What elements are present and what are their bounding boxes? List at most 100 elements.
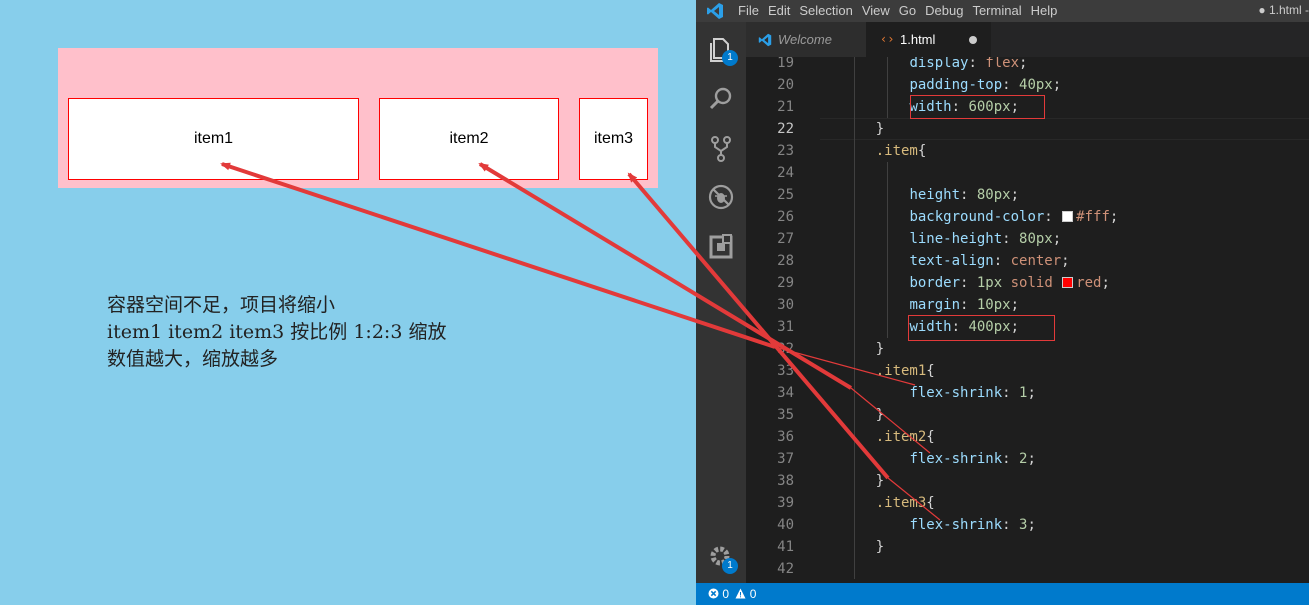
code-text: height: 80px;: [842, 184, 1019, 206]
menu-edit[interactable]: Edit: [768, 3, 790, 18]
code-line[interactable]: 37 flex-shrink: 2;: [746, 448, 1309, 470]
code-token: flex-shrink: [909, 385, 1003, 401]
code-token: ;: [1019, 57, 1028, 71]
code-token: .item: [875, 143, 918, 159]
html-code-icon: ‹›: [880, 32, 895, 46]
menu-file[interactable]: File: [738, 3, 759, 18]
menu-items: File Edit Selection View Go Debug Termin…: [738, 3, 1066, 18]
menu-selection[interactable]: Selection: [799, 3, 852, 18]
debug-icon: [708, 184, 734, 210]
code-line[interactable]: 36 .item2{: [746, 426, 1309, 448]
menu-go[interactable]: Go: [899, 3, 916, 18]
line-number: 31: [777, 319, 794, 335]
line-number: 27: [777, 231, 794, 247]
vscode-window: File Edit Selection View Go Debug Termin…: [696, 0, 1309, 605]
manage-button[interactable]: 1: [706, 542, 738, 574]
code-line[interactable]: 25 height: 80px;: [746, 184, 1309, 206]
code-line[interactable]: 29 border: 1px solid red;: [746, 272, 1309, 294]
line-number: 38: [777, 473, 794, 489]
code-token: ;: [1101, 275, 1110, 291]
code-token: ;: [1027, 385, 1036, 401]
code-token: {: [926, 495, 935, 511]
code-token: {: [926, 429, 935, 445]
menu-debug[interactable]: Debug: [925, 3, 963, 18]
code-token: 40px: [1019, 77, 1053, 93]
menu-help[interactable]: Help: [1031, 3, 1058, 18]
code-line[interactable]: 26 background-color: #fff;: [746, 206, 1309, 228]
code-token: }: [842, 121, 885, 137]
code-line[interactable]: 35 }: [746, 404, 1309, 426]
error-icon: [708, 588, 719, 599]
highlight-box-width-600: [910, 95, 1045, 119]
code-text: text-align: center;: [842, 250, 1069, 272]
color-swatch[interactable]: [1062, 277, 1074, 288]
code-token: display: [909, 57, 969, 71]
code-token: ;: [1109, 209, 1119, 225]
code-line[interactable]: 28 text-align: center;: [746, 250, 1309, 272]
extensions-icon: [709, 234, 733, 259]
line-number: 35: [777, 407, 794, 423]
code-text: background-color: #fff;: [842, 206, 1118, 228]
debug-button[interactable]: [706, 182, 736, 212]
code-token: 80px: [976, 187, 1011, 203]
code-token: }: [842, 539, 885, 555]
code-line[interactable]: 40 flex-shrink: 3;: [746, 514, 1309, 536]
code-text: .item1{: [842, 360, 935, 382]
code-text: .item{: [842, 140, 927, 162]
code-line[interactable]: 19 display: flex;: [746, 57, 1309, 74]
line-number: 33: [777, 363, 794, 379]
source-control-button[interactable]: [706, 134, 736, 164]
code-token: :: [1002, 77, 1020, 93]
code-line[interactable]: 22 }: [746, 118, 1309, 140]
code-token: :: [1002, 517, 1020, 533]
problems-indicator[interactable]: 0 0: [708, 583, 756, 605]
code-line[interactable]: 23 .item{: [746, 140, 1309, 162]
explorer-button[interactable]: 1: [706, 34, 738, 66]
warning-icon: [735, 588, 746, 599]
code-token: 80px: [1019, 231, 1053, 247]
code-line[interactable]: 39 .item3{: [746, 492, 1309, 514]
code-editor[interactable]: 19 display: flex; 20 padding-top: 40px; 21…: [746, 57, 1309, 583]
editor-tabs: Welcome ‹› 1.html: [746, 22, 1309, 57]
highlight-box-width-400: [908, 315, 1055, 341]
error-count: 0: [722, 587, 730, 601]
code-text: .item3{: [842, 492, 935, 514]
menu-terminal[interactable]: Terminal: [972, 3, 1021, 18]
code-token: ;: [1052, 77, 1062, 93]
line-number: 21: [777, 99, 794, 115]
unsaved-dot-icon[interactable]: [969, 36, 977, 44]
search-button[interactable]: [706, 84, 736, 114]
line-number: 20: [777, 77, 794, 93]
code-token: line-height: [909, 231, 1003, 247]
code-line[interactable]: 20 padding-top: 40px;: [746, 74, 1309, 96]
code-token: ;: [1010, 297, 1020, 313]
code-token: :: [968, 57, 986, 71]
code-line[interactable]: 41 }: [746, 536, 1309, 558]
code-line[interactable]: 30 margin: 10px;: [746, 294, 1309, 316]
line-number: 32: [777, 341, 794, 357]
settings-badge: 1: [722, 558, 738, 574]
code-token: :: [960, 187, 977, 203]
browser-preview: item1 item2 item3 容器空间不足，项目将缩小 item1 item…: [0, 0, 696, 605]
extensions-button[interactable]: [706, 232, 736, 262]
code-line[interactable]: 34 flex-shrink: 1;: [746, 382, 1309, 404]
tab-welcome[interactable]: Welcome: [746, 22, 866, 57]
code-line[interactable]: 33 .item1{: [746, 360, 1309, 382]
color-swatch[interactable]: [1062, 211, 1074, 222]
code-token: :: [993, 253, 1011, 269]
menu-view[interactable]: View: [862, 3, 890, 18]
tab-1-html-label: 1.html: [900, 32, 936, 47]
code-line[interactable]: 38 }: [746, 470, 1309, 492]
code-text: }: [842, 470, 884, 492]
code-line[interactable]: 42: [746, 558, 1309, 580]
tab-1-html[interactable]: ‹› 1.html: [866, 22, 991, 57]
code-line[interactable]: 27 line-height: 80px;: [746, 228, 1309, 250]
code-line[interactable]: 32 }: [746, 338, 1309, 360]
code-line[interactable]: 24: [746, 162, 1309, 184]
